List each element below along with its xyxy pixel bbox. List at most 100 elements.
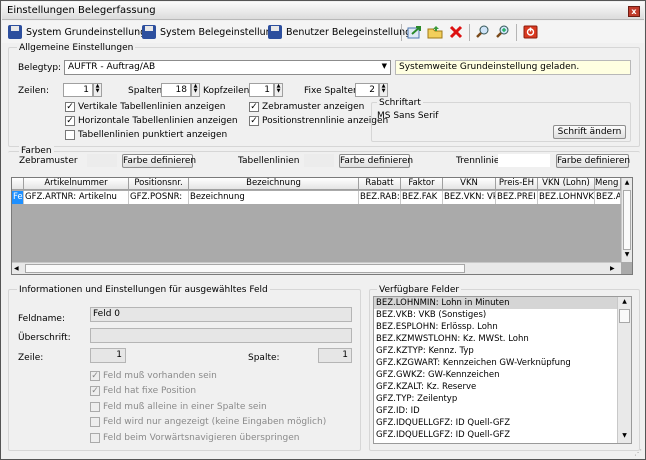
grid-cell[interactable]: BEZ.PREI [496, 191, 538, 204]
grid-corner [12, 178, 24, 190]
felder-scrollbar[interactable]: ▲ ▼ [617, 297, 631, 443]
checkbox-vertikale-tabellenlinien[interactable]: ✓ Vertikale Tabellenlinien anzeigen [65, 102, 225, 112]
column-header[interactable]: Artikelnummer [24, 178, 129, 190]
grid-cell[interactable]: BEZ.AI [595, 191, 621, 204]
list-item[interactable]: GFZ.KZALT: Kz. Reserve [374, 381, 617, 393]
export-arrow-icon[interactable] [407, 25, 423, 39]
grid-vertical-scrollbar[interactable]: ▲ ▼ [621, 178, 632, 262]
kopfzeilen-input[interactable]: 1 [249, 83, 274, 97]
checkbox[interactable] [90, 433, 100, 443]
grid-cell[interactable]: GFZ.POSNR: [129, 191, 189, 204]
list-item[interactable]: BEZ.LOHNMIN: Lohn in Minuten [374, 297, 617, 309]
zeile-input[interactable]: 1 [90, 348, 126, 363]
option-feld-nur-angezeigt[interactable]: Feld wird nur angezeigt (keine Eingaben … [90, 417, 326, 427]
scroll-up-icon[interactable]: ▲ [620, 298, 629, 307]
list-item[interactable]: GFZ.TYP: Zeilentyp [374, 393, 617, 405]
felder-list[interactable]: BEZ.LOHNMIN: Lohn in Minuten BEZ.VKB: VK… [373, 296, 632, 444]
option-feld-vorhanden[interactable]: ✓ Feld muß vorhanden sein [90, 371, 217, 381]
search-icon[interactable] [475, 25, 491, 39]
scrollbar-thumb[interactable] [25, 264, 465, 273]
spalte-input[interactable]: 1 [318, 348, 352, 363]
list-item[interactable]: BEZ.ESPLOHN: Erlössp. Lohn [374, 321, 617, 333]
scrollbar-thumb[interactable] [623, 190, 631, 250]
list-item[interactable]: GFZ.KZGWART: Kennzeichen GW-Verknüpfung [374, 357, 617, 369]
feldname-input[interactable]: Feld 0 [90, 307, 352, 322]
fixe-spalten-stepper[interactable]: ▲ ▼ [379, 83, 388, 97]
spalten-stepper[interactable]: ▲ ▼ [191, 83, 200, 97]
zebramuster-swatch [87, 154, 117, 167]
column-header[interactable]: Preis-EH [496, 178, 538, 190]
column-header[interactable]: VKN (Lohn) [538, 178, 595, 190]
option-feld-fixe-position[interactable]: ✓ Feld hat fixe Position [90, 386, 196, 396]
grid-cell[interactable]: BEZ.FAK [401, 191, 443, 204]
column-header[interactable]: Positionsnr. [129, 178, 189, 190]
kopfzeilen-stepper[interactable]: ▲ ▼ [274, 83, 283, 97]
zeilen-stepper[interactable]: ▲ ▼ [93, 83, 102, 97]
grid-cell[interactable]: BEZ.LOHNVK [538, 191, 595, 204]
list-item[interactable]: BEZ.VKB: VKB (Sonstiges) [374, 309, 617, 321]
grid-cell[interactable]: BEZ.RAB: [359, 191, 401, 204]
list-item[interactable]: GFZ.IDQUELLGFZ: ID Quell-GFZ [374, 429, 617, 441]
checkbox[interactable]: ✓ [65, 102, 75, 112]
benutzer-belegeinstellung-button[interactable]: Benutzer Belegeinstellung [268, 24, 411, 40]
spalten-label: Spalten: [128, 86, 166, 96]
list-item[interactable]: GFZ.ID: ID [374, 405, 617, 417]
option-feld-alleine[interactable]: Feld muß alleine in einer Spalte sein [90, 402, 267, 412]
exit-icon[interactable] [523, 25, 539, 39]
checkbox-zebramuster[interactable]: ✓ Zebramuster anzeigen [249, 102, 364, 112]
grid-horizontal-scrollbar[interactable]: ◀ ▶ [12, 262, 621, 274]
column-header[interactable]: VKN [443, 178, 496, 190]
search-next-icon[interactable] [495, 25, 511, 39]
scroll-left-icon[interactable]: ◀ [14, 264, 23, 273]
zeilen-input[interactable]: 1 [63, 83, 93, 97]
delete-icon[interactable] [448, 25, 464, 39]
chevron-down-icon: ▼ [381, 62, 387, 70]
column-header[interactable]: Bezeichnung [189, 178, 359, 190]
system-grundeinstellung-button[interactable]: System Grundeinstellung [8, 24, 146, 40]
checkbox[interactable]: ✓ [90, 386, 100, 396]
column-header[interactable]: Rabatt [359, 178, 401, 190]
schrift-aendern-button[interactable]: Schrift ändern [553, 125, 626, 139]
open-folder-icon[interactable] [427, 25, 443, 39]
checkbox[interactable]: ✓ [65, 116, 75, 126]
scroll-down-icon[interactable]: ▼ [623, 251, 631, 260]
checkbox[interactable]: ✓ [249, 102, 259, 112]
field-grid[interactable]: Artikelnummer Positionsnr. Bezeichnung R… [11, 177, 633, 275]
grid-cell[interactable]: BEZ.VKN: Vk [443, 191, 496, 204]
fixe-spalten-input[interactable]: 2 [355, 83, 379, 97]
checkbox-tabellenlinien-punktiert[interactable]: Tabellenlinien punktiert anzeigen [65, 130, 227, 140]
checkbox[interactable]: ✓ [249, 116, 259, 126]
checkbox-horizontale-tabellenlinien[interactable]: ✓ Horizontale Tabellenlinien anzeigen [65, 116, 238, 126]
list-item[interactable]: GFZ.KZTYP: Kennz. Typ [374, 345, 617, 357]
checkbox[interactable] [90, 417, 100, 427]
scroll-down-icon[interactable]: ▼ [620, 432, 629, 441]
checkbox[interactable] [65, 130, 75, 140]
tabellenlinien-farbe-button[interactable]: Farbe definieren [339, 154, 413, 168]
column-header[interactable]: Faktor [401, 178, 443, 190]
scroll-right-icon[interactable]: ▶ [610, 264, 619, 273]
checkbox-positionstrennlinie[interactable]: ✓ Positionstrennlinie anzeigen [249, 116, 388, 126]
selected-cell[interactable]: Fel [12, 191, 24, 204]
column-header[interactable]: Meng [595, 178, 621, 190]
farben-title: Farben [19, 146, 54, 156]
resize-grip-icon[interactable]: ⋰ [634, 449, 644, 459]
checkbox[interactable]: ✓ [90, 371, 100, 381]
list-item[interactable]: GFZ.IDQUELLGFZ: ID Quell-GFZ [374, 417, 617, 429]
system-belegeinstellung-button[interactable]: System Belegeinstellung [142, 24, 278, 40]
checkbox[interactable] [90, 402, 100, 412]
ueberschrift-input[interactable] [90, 328, 352, 343]
zebramuster-farbe-button[interactable]: Farbe definieren [122, 154, 196, 168]
spalten-input[interactable]: 18 [161, 83, 191, 97]
list-item[interactable]: BEZ.KZMWSTLOHN: Kz. MWSt. Lohn [374, 333, 617, 345]
trennlinie-farbe-button[interactable]: Farbe definieren [556, 154, 630, 168]
scroll-up-icon[interactable]: ▲ [623, 179, 631, 188]
list-item[interactable]: GFZ.GWKZ: GW-Kennzeichen [374, 369, 617, 381]
belegtyp-select[interactable]: AUFTR - Auftrag/AB ▼ [64, 60, 391, 75]
toolbar-separator [401, 24, 402, 41]
scrollbar-thumb[interactable] [619, 309, 630, 323]
grid-cell[interactable]: Bezeichnung [189, 191, 359, 204]
grid-cell[interactable]: GFZ.ARTNR: Artikelnu [24, 191, 129, 204]
option-feld-ueberspringen[interactable]: Feld beim Vorwärtsnavigieren überspringe… [90, 433, 299, 443]
allgemein-group-title: Allgemeine Einstellungen [17, 43, 136, 53]
close-icon[interactable]: x [628, 6, 640, 17]
